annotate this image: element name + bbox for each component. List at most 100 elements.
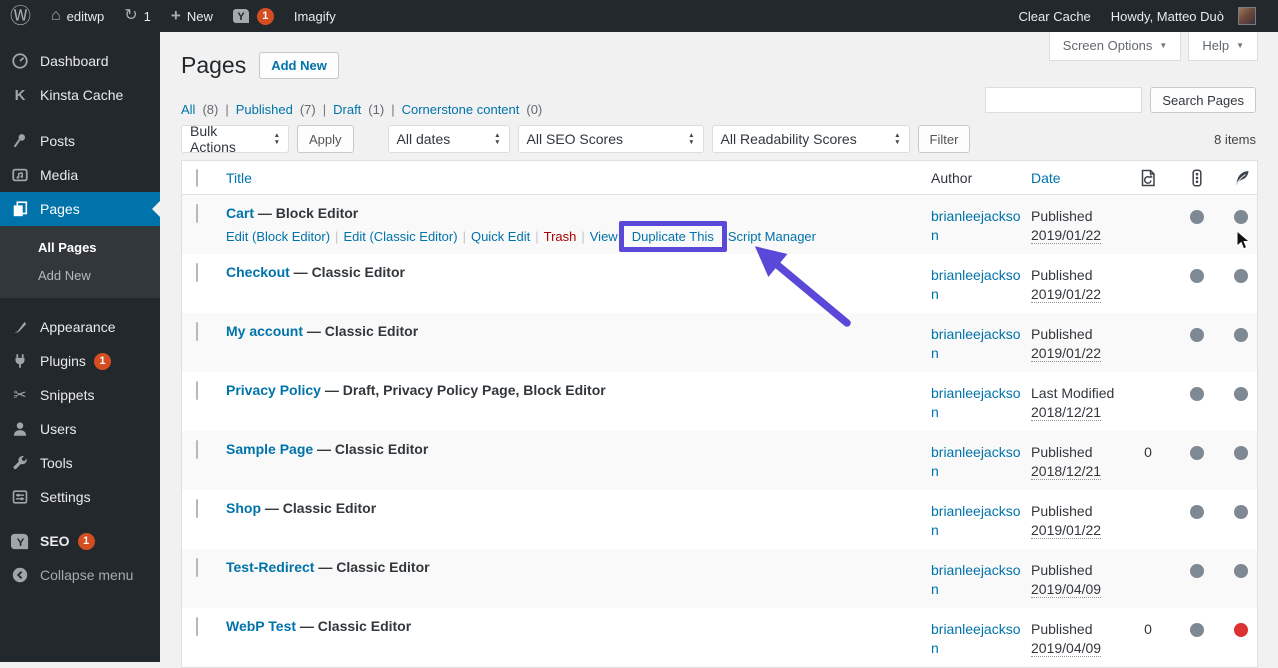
yoast-icon: Y <box>232 9 249 23</box>
settings-icon <box>10 487 30 507</box>
action-script-manager[interactable]: Script Manager <box>728 229 816 244</box>
submenu-all-pages[interactable]: All Pages <box>0 233 160 261</box>
view-all-link[interactable]: All <box>181 102 195 117</box>
sidebar-item-settings[interactable]: Settings <box>0 480 160 514</box>
imagify-menu[interactable]: Imagify <box>284 0 346 32</box>
row-checkbox[interactable] <box>196 617 198 636</box>
admin-bar: Ⓦ ⌂ editwp ↻ 1 + New Y 1 Imagify Clear C… <box>0 0 1278 32</box>
yoast-icon: Y <box>10 531 30 551</box>
avatar <box>1238 7 1256 25</box>
table-row-test-redirect: Test-Redirect — Classic Editor brianleeja… <box>182 549 1257 608</box>
submenu-add-new[interactable]: Add New <box>0 261 160 289</box>
page-title-link[interactable]: Sample Page <box>226 441 313 457</box>
page-title-link[interactable]: Shop <box>226 500 261 516</box>
sidebar-item-kinsta-cache[interactable]: K Kinsta Cache <box>0 78 160 112</box>
sidebar-separator <box>0 112 160 124</box>
author-link[interactable]: brianleejackson <box>931 208 1021 243</box>
row-checkbox[interactable] <box>196 263 198 282</box>
author-link[interactable]: brianleejackson <box>931 562 1021 597</box>
view-cornerstone-link[interactable]: Cornerstone content <box>402 102 520 117</box>
sidebar-item-seo[interactable]: Y SEO 1 <box>0 524 160 558</box>
action-view[interactable]: View <box>590 229 618 244</box>
action-trash[interactable]: Trash <box>544 229 577 244</box>
page-title-link[interactable]: Cart <box>226 205 254 221</box>
sidebar-item-plugins[interactable]: Plugins 1 <box>0 344 160 378</box>
author-link[interactable]: brianleejackson <box>931 621 1021 656</box>
action-edit-classic-editor[interactable]: Edit (Classic Editor) <box>343 229 457 244</box>
search-input[interactable] <box>985 87 1143 113</box>
plugins-count-badge: 1 <box>93 352 111 370</box>
author-link[interactable]: brianleejackson <box>931 444 1021 479</box>
page-title-link[interactable]: My account <box>226 323 303 339</box>
search-pages-button[interactable]: Search Pages <box>1150 87 1256 113</box>
add-new-button[interactable]: Add New <box>259 52 339 79</box>
pages-icon <box>10 199 30 219</box>
row-checkbox[interactable] <box>196 440 198 459</box>
pushpin-icon <box>10 131 30 151</box>
howdy-text: Howdy, Matteo Duò <box>1110 8 1224 24</box>
sidebar-item-media[interactable]: Media <box>0 158 160 192</box>
clear-cache-button[interactable]: Clear Cache <box>1009 0 1101 32</box>
screen-options-button[interactable]: Screen Options ▼ <box>1048 32 1182 61</box>
column-title-sort[interactable]: Title <box>226 170 252 186</box>
dates-filter-select[interactable]: All dates ▲ ▼ <box>387 125 510 153</box>
sidebar-item-snippets[interactable]: ✂ Snippets <box>0 378 160 412</box>
sidebar-item-dashboard[interactable]: Dashboard <box>0 44 160 78</box>
page-title-link[interactable]: Test-Redirect <box>226 559 314 575</box>
date-value: 2019/04/09 <box>1031 639 1102 657</box>
apply-button[interactable]: Apply <box>297 125 354 153</box>
site-link[interactable]: ⌂ editwp <box>41 0 114 32</box>
column-date-sort[interactable]: Date <box>1031 170 1061 186</box>
sidebar-item-posts[interactable]: Posts <box>0 124 160 158</box>
seo-scores-filter-select[interactable]: All SEO Scores ▲ ▼ <box>517 125 704 153</box>
account-menu[interactable]: Howdy, Matteo Duò <box>1101 0 1266 32</box>
author-link[interactable]: brianleejackson <box>931 267 1021 302</box>
row-checkbox[interactable] <box>196 381 198 400</box>
date-cell: Published 2019/01/22 <box>1031 195 1123 254</box>
action-separator: | <box>535 229 539 244</box>
page-title-link[interactable]: Checkout <box>226 264 290 280</box>
select-arrows-icon: ▲ ▼ <box>273 131 280 146</box>
filter-button[interactable]: Filter <box>917 125 971 153</box>
row-checkbox[interactable] <box>196 322 198 341</box>
collapse-menu-button[interactable]: Collapse menu <box>0 558 160 592</box>
action-quick-edit[interactable]: Quick Edit <box>471 229 530 244</box>
date-status: Last Modified <box>1031 385 1115 401</box>
view-published-link[interactable]: Published <box>236 102 293 117</box>
help-button[interactable]: Help ▼ <box>1188 32 1258 61</box>
bulk-actions-select[interactable]: Bulk Actions ▲ ▼ <box>181 123 289 155</box>
select-arrows-icon: ▲ ▼ <box>688 131 695 146</box>
yoast-notifications[interactable]: Y 1 <box>223 0 284 32</box>
action-duplicate-this[interactable]: Duplicate This <box>632 229 714 244</box>
row-checkbox[interactable] <box>196 204 198 223</box>
date-cell: Published 2019/01/22 <box>1031 254 1123 313</box>
new-content-menu[interactable]: + New <box>161 0 223 32</box>
select-all-checkbox[interactable] <box>196 168 198 187</box>
sidebar-item-appearance[interactable]: Appearance <box>0 310 160 344</box>
row-checkbox[interactable] <box>196 499 198 518</box>
row-checkbox[interactable] <box>196 558 198 577</box>
seo-score-dot <box>1190 269 1204 283</box>
seo-score-dot <box>1190 387 1204 401</box>
updates-indicator[interactable]: ↻ 1 <box>114 0 161 32</box>
screen-meta-tabs: Screen Options ▼ Help ▼ <box>1048 32 1258 61</box>
author-link[interactable]: brianleejackson <box>931 385 1021 420</box>
author-link[interactable]: brianleejackson <box>931 326 1021 361</box>
page-title-link[interactable]: Privacy Policy <box>226 382 321 398</box>
readability-score-dot <box>1234 623 1248 637</box>
sidebar-item-pages[interactable]: Pages <box>0 192 160 226</box>
seo-score-dot <box>1190 210 1204 224</box>
seo-score-dot <box>1190 564 1204 578</box>
readability-score-dot <box>1234 269 1248 283</box>
page-title-link[interactable]: WebP Test <box>226 618 296 634</box>
date-status: Published <box>1031 444 1093 460</box>
date-cell: Published 2019/01/22 <box>1031 490 1123 549</box>
author-link[interactable]: brianleejackson <box>931 503 1021 538</box>
action-edit-block-editor[interactable]: Edit (Block Editor) <box>226 229 330 244</box>
sidebar-item-users[interactable]: Users <box>0 412 160 446</box>
sidebar-item-tools[interactable]: Tools <box>0 446 160 480</box>
wordpress-menu[interactable]: Ⓦ <box>0 0 41 32</box>
date-status: Published <box>1031 503 1093 519</box>
readability-scores-filter-select[interactable]: All Readability Scores ▲ ▼ <box>711 125 910 153</box>
view-draft-link[interactable]: Draft <box>333 102 361 117</box>
